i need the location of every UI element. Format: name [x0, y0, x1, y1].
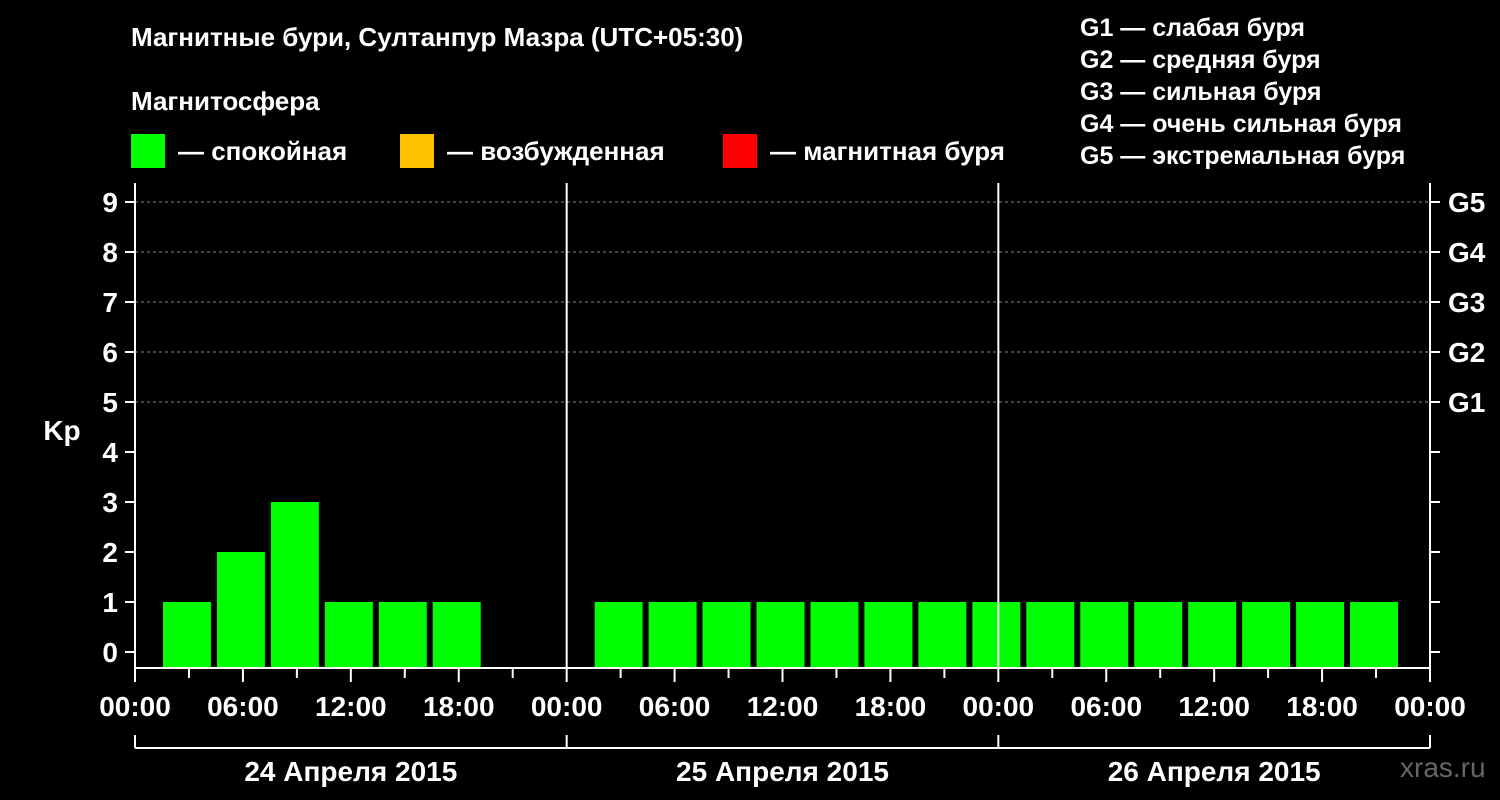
- kp-bar: [270, 502, 319, 668]
- kp-bar: [594, 602, 643, 668]
- x-tick-label: 12:00: [315, 691, 387, 722]
- kp-bar: [1026, 602, 1075, 668]
- kp-bar: [864, 602, 913, 668]
- day-label: 24 Апреля 2015: [244, 756, 457, 787]
- kp-bar: [810, 602, 859, 668]
- x-tick-label: 18:00: [423, 691, 495, 722]
- y-tick-label: 5: [102, 387, 118, 418]
- watermark: xras.ru: [1400, 752, 1486, 783]
- kp-bar: [378, 602, 427, 668]
- y-tick-label: 9: [102, 187, 118, 218]
- y-tick-label: 4: [102, 437, 118, 468]
- kp-bar: [216, 552, 265, 668]
- y-tick-label: 0: [102, 637, 118, 668]
- g-tick-label: G5: [1448, 187, 1485, 218]
- kp-bar: [1134, 602, 1183, 668]
- g-tick-label: G3: [1448, 287, 1485, 318]
- y-tick-label: 8: [102, 237, 118, 268]
- kp-bar: [1080, 602, 1129, 668]
- y-tick-label: 1: [102, 587, 118, 618]
- x-tick-label: 06:00: [207, 691, 279, 722]
- kp-bar: [756, 602, 805, 668]
- y-tick-label: 2: [102, 537, 118, 568]
- kp-bar: [1188, 602, 1237, 668]
- x-tick-label: 18:00: [855, 691, 927, 722]
- x-tick-label: 00:00: [99, 691, 171, 722]
- x-tick-label: 00:00: [531, 691, 603, 722]
- g-tick-label: G2: [1448, 337, 1485, 368]
- g-tick-label: G1: [1448, 387, 1485, 418]
- g-tick-label: G4: [1448, 237, 1486, 268]
- x-tick-label: 06:00: [639, 691, 711, 722]
- kp-bar: [702, 602, 751, 668]
- kp-bar: [1296, 602, 1345, 668]
- y-axis-label: Kp: [43, 415, 80, 446]
- x-tick-label: 00:00: [963, 691, 1035, 722]
- x-tick-label: 18:00: [1286, 691, 1358, 722]
- kp-bar: [972, 602, 1021, 668]
- x-tick-label: 00:00: [1394, 691, 1466, 722]
- x-tick-label: 12:00: [747, 691, 819, 722]
- kp-bar: [648, 602, 697, 668]
- kp-bar: [1350, 602, 1399, 668]
- day-label: 26 Апреля 2015: [1108, 756, 1321, 787]
- y-tick-label: 6: [102, 337, 118, 368]
- y-tick-label: 7: [102, 287, 118, 318]
- kp-bar: [918, 602, 967, 668]
- day-label: 25 Апреля 2015: [676, 756, 889, 787]
- kp-bar: [1242, 602, 1291, 668]
- kp-bar: [162, 602, 211, 668]
- kp-bar: [324, 602, 373, 668]
- kp-bar: [432, 602, 481, 668]
- kp-bar-chart: 0 1 2 3 4 5 6 7 8 9 G1 G2 G3 G4 G5 Kp 00:00 06:00 12:00 18:…: [43, 183, 1486, 787]
- x-tick-label: 12:00: [1178, 691, 1250, 722]
- y-tick-label: 3: [102, 487, 118, 518]
- x-tick-label: 06:00: [1070, 691, 1142, 722]
